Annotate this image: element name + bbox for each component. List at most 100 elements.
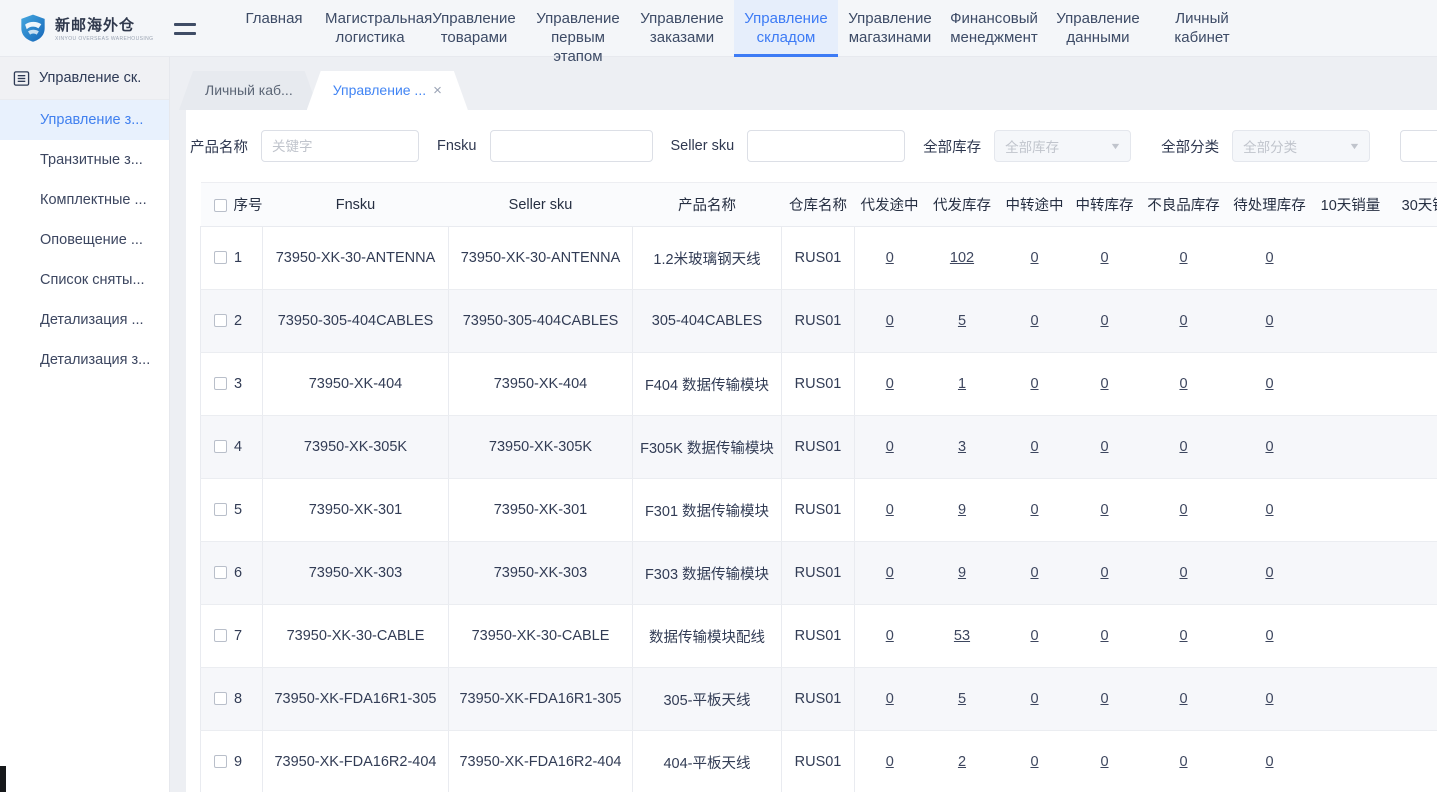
consign-in-transit-link[interactable]: 0 — [886, 754, 894, 770]
defective-stock-link[interactable]: 0 — [1179, 628, 1187, 644]
sidebar-item-transit-orders[interactable]: Транзитные з... — [0, 140, 169, 180]
cell-warehouse: RUS01 — [782, 668, 855, 731]
transfer-stock-link[interactable]: 0 — [1100, 628, 1108, 644]
consign-stock-link[interactable]: 9 — [958, 565, 966, 581]
transfer-in-transit-link[interactable]: 0 — [1030, 250, 1038, 266]
filter-category-select[interactable]: 全部分类▼ — [1232, 130, 1370, 162]
consign-stock-link[interactable]: 1 — [958, 376, 966, 392]
row-checkbox[interactable] — [214, 692, 227, 705]
consign-in-transit-link[interactable]: 0 — [886, 565, 894, 581]
filter-fnsku-input[interactable] — [490, 130, 653, 162]
defective-stock-link[interactable]: 0 — [1179, 376, 1187, 392]
filter-seller-sku-input[interactable] — [747, 130, 905, 162]
defective-stock-link[interactable]: 0 — [1179, 439, 1187, 455]
row-checkbox[interactable] — [214, 629, 227, 642]
sidebar-group-warehouse-management[interactable]: Управление ск. — [0, 57, 169, 100]
row-checkbox[interactable] — [214, 377, 227, 390]
row-checkbox[interactable] — [214, 440, 227, 453]
sidebar-item-details-a[interactable]: Детализация ... — [0, 300, 169, 340]
nav-item-finance-management[interactable]: Финансовый менеджмент — [942, 0, 1046, 57]
tab-warehouse-management[interactable]: Управление ...× — [307, 71, 468, 110]
cell-pending-stock: 0 — [1228, 227, 1312, 290]
consign-in-transit-link[interactable]: 0 — [886, 313, 894, 329]
pending-stock-link[interactable]: 0 — [1265, 754, 1273, 770]
cell-sales-10d — [1312, 668, 1390, 731]
cell-warehouse: RUS01 — [782, 290, 855, 353]
transfer-in-transit-link[interactable]: 0 — [1030, 628, 1038, 644]
consign-stock-link[interactable]: 53 — [954, 628, 970, 644]
consign-in-transit-link[interactable]: 0 — [886, 439, 894, 455]
filter-extra-input[interactable] — [1400, 130, 1437, 162]
tab-close-icon[interactable]: × — [433, 82, 442, 99]
vertical-scrollbar-thumb[interactable] — [0, 766, 6, 792]
consign-stock-link[interactable]: 102 — [950, 250, 974, 266]
nav-item-warehouse-management[interactable]: Управление складом — [734, 0, 838, 57]
defective-stock-link[interactable]: 0 — [1179, 502, 1187, 518]
filter-stock-select[interactable]: 全部库存▼ — [994, 130, 1131, 162]
pending-stock-link[interactable]: 0 — [1265, 502, 1273, 518]
defective-stock-link[interactable]: 0 — [1179, 691, 1187, 707]
sidebar-item-alerts[interactable]: Оповещение ... — [0, 220, 169, 260]
pending-stock-link[interactable]: 0 — [1265, 565, 1273, 581]
consign-stock-link[interactable]: 5 — [958, 313, 966, 329]
nav-item-first-leg-management[interactable]: Управление первым этапом — [526, 0, 630, 57]
transfer-stock-link[interactable]: 0 — [1100, 565, 1108, 581]
consign-stock-link[interactable]: 2 — [958, 754, 966, 770]
transfer-stock-link[interactable]: 0 — [1100, 376, 1108, 392]
sidebar-item-details-b[interactable]: Детализация з... — [0, 340, 169, 380]
row-checkbox[interactable] — [214, 566, 227, 579]
transfer-in-transit-link[interactable]: 0 — [1030, 565, 1038, 581]
consign-in-transit-link[interactable]: 0 — [886, 502, 894, 518]
transfer-stock-link[interactable]: 0 — [1100, 691, 1108, 707]
table-row: 773950-XK-30-CABLE73950-XK-30-CABLE数据传输模… — [201, 605, 1437, 668]
cell-consign-in-transit: 0 — [855, 731, 925, 792]
pending-stock-link[interactable]: 0 — [1265, 691, 1273, 707]
consign-in-transit-link[interactable]: 0 — [886, 376, 894, 392]
defective-stock-link[interactable]: 0 — [1179, 313, 1187, 329]
nav-item-store-management[interactable]: Управление магазинами — [838, 0, 942, 57]
consign-in-transit-link[interactable]: 0 — [886, 691, 894, 707]
transfer-in-transit-link[interactable]: 0 — [1030, 502, 1038, 518]
pending-stock-link[interactable]: 0 — [1265, 439, 1273, 455]
pending-stock-link[interactable]: 0 — [1265, 376, 1273, 392]
sidebar-item-kit-orders[interactable]: Комплектные ... — [0, 180, 169, 220]
row-checkbox[interactable] — [214, 251, 227, 264]
nav-item-order-management[interactable]: Управление заказами — [630, 0, 734, 57]
row-checkbox[interactable] — [214, 503, 227, 516]
nav-item-trunk-logistics[interactable]: Магистральная логистика — [318, 0, 422, 57]
pending-stock-link[interactable]: 0 — [1265, 628, 1273, 644]
transfer-in-transit-link[interactable]: 0 — [1030, 376, 1038, 392]
nav-item-product-management[interactable]: Управление товарами — [422, 0, 526, 57]
consign-in-transit-link[interactable]: 0 — [886, 250, 894, 266]
defective-stock-link[interactable]: 0 — [1179, 754, 1187, 770]
nav-item-personal-account[interactable]: Личный кабинет — [1150, 0, 1254, 57]
cell-fnsku: 73950-XK-301 — [263, 479, 449, 542]
transfer-in-transit-link[interactable]: 0 — [1030, 754, 1038, 770]
menu-collapse-icon[interactable] — [174, 0, 200, 57]
consign-stock-link[interactable]: 5 — [958, 691, 966, 707]
row-checkbox[interactable] — [214, 314, 227, 327]
transfer-stock-link[interactable]: 0 — [1100, 754, 1108, 770]
sidebar-item-orders-management[interactable]: Управление з... — [0, 100, 169, 140]
defective-stock-link[interactable]: 0 — [1179, 250, 1187, 266]
transfer-stock-link[interactable]: 0 — [1100, 502, 1108, 518]
nav-item-data-management[interactable]: Управление данными — [1046, 0, 1150, 57]
transfer-stock-link[interactable]: 0 — [1100, 313, 1108, 329]
consign-stock-link[interactable]: 3 — [958, 439, 966, 455]
tab-personal-cabinet[interactable]: Личный каб... — [179, 71, 319, 110]
select-all-checkbox[interactable] — [214, 199, 227, 212]
transfer-stock-link[interactable]: 0 — [1100, 439, 1108, 455]
transfer-in-transit-link[interactable]: 0 — [1030, 313, 1038, 329]
consign-stock-link[interactable]: 9 — [958, 502, 966, 518]
pending-stock-link[interactable]: 0 — [1265, 250, 1273, 266]
row-checkbox[interactable] — [214, 755, 227, 768]
transfer-stock-link[interactable]: 0 — [1100, 250, 1108, 266]
filter-product-name-input[interactable] — [261, 130, 419, 162]
transfer-in-transit-link[interactable]: 0 — [1030, 691, 1038, 707]
defective-stock-link[interactable]: 0 — [1179, 565, 1187, 581]
transfer-in-transit-link[interactable]: 0 — [1030, 439, 1038, 455]
consign-in-transit-link[interactable]: 0 — [886, 628, 894, 644]
nav-item-home[interactable]: Главная — [230, 0, 318, 57]
sidebar-item-removed-list[interactable]: Список сняты... — [0, 260, 169, 300]
pending-stock-link[interactable]: 0 — [1265, 313, 1273, 329]
